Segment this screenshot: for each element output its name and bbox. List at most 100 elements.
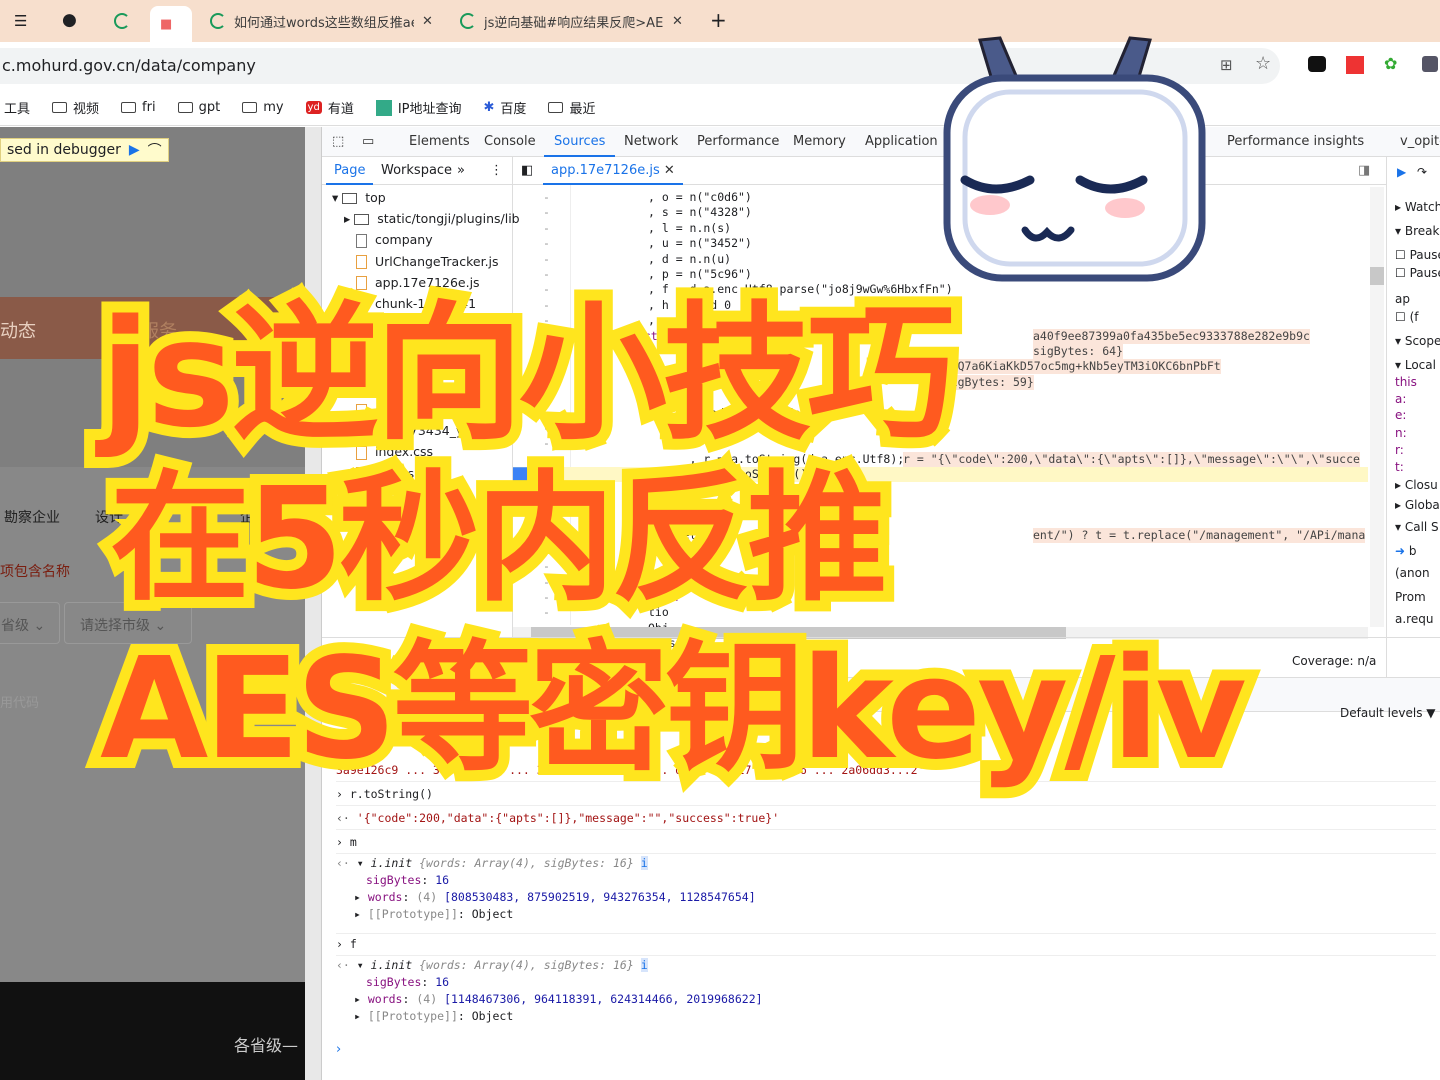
debugger-pane-item[interactable]: ☐ (f: [1395, 307, 1418, 327]
tab-memory[interactable]: Memory: [793, 127, 846, 157]
bookmarks-bar: 工具 视频 fri gpt my yd 有道 IP地址查询 ✱ 百度 最近: [0, 90, 1440, 126]
category-item[interactable]: 勘察企业: [4, 507, 60, 527]
debugger-pane-item[interactable]: ▾ Call S: [1395, 517, 1439, 537]
close-icon[interactable]: ✕: [422, 14, 433, 29]
bookmark[interactable]: my: [242, 100, 284, 115]
province-select[interactable]: 省级 ⌄: [0, 602, 60, 644]
debugger-pane-item[interactable]: t:: [1395, 457, 1404, 477]
bookmark-label: 视频: [73, 102, 100, 117]
nav-item[interactable]: 动态: [0, 317, 36, 343]
tab-aes[interactable]: js逆向基础#响应结果反爬>AES ✕: [450, 6, 695, 36]
debugger-pane-item[interactable]: ▸ Closu: [1395, 475, 1438, 495]
bookmark[interactable]: gpt: [177, 100, 221, 115]
tab-page[interactable]: Page: [326, 157, 374, 185]
tab-workspace[interactable]: Workspace: [381, 157, 452, 185]
bookmark[interactable]: yd 有道: [305, 98, 354, 117]
tab-extension[interactable]: v_opito: [1400, 127, 1440, 157]
bookmark[interactable]: 视频: [52, 98, 99, 117]
toggle-debugger-icon[interactable]: ◨: [1358, 163, 1370, 178]
step-over-icon[interactable]: ⌒: [148, 140, 162, 160]
debugger-pane-item[interactable]: ▾ Break: [1395, 221, 1439, 241]
console-prompt[interactable]: ›: [336, 1042, 341, 1057]
line-marker[interactable]: -: [543, 221, 550, 236]
property-words[interactable]: ▸ words: (4) [808530483, 875902519, 9432…: [336, 890, 1436, 907]
close-icon[interactable]: ✕: [672, 14, 683, 29]
debugger-pane-item[interactable]: ☐ Pause: [1395, 245, 1440, 265]
file-tab-label: app.17e7126e.js: [551, 163, 660, 178]
debugger-pane-item[interactable]: a.requ: [1395, 609, 1433, 629]
step-over-icon[interactable]: ↷: [1417, 165, 1427, 179]
tab-words[interactable]: 如何通过words这些数组反推ae ✕: [200, 6, 445, 36]
more-icon[interactable]: ⋮: [490, 157, 503, 185]
property-prototype[interactable]: ▸ [[Prototype]]: Object: [336, 1009, 1436, 1026]
bookmark-label: 工具: [4, 102, 31, 117]
tab-performance[interactable]: Performance: [697, 127, 779, 157]
debugger-pane-item[interactable]: (anon: [1395, 563, 1430, 583]
debugger-pane-item[interactable]: ➜ b: [1395, 541, 1417, 561]
line-marker[interactable]: -: [543, 190, 550, 205]
property-words[interactable]: ▸ words: (4) [1148467306, 964118391, 624…: [336, 992, 1436, 1009]
devtools-toolbar: ⬚ ▭ Elements Console Sources Network Per…: [322, 127, 1440, 157]
inspect-icon[interactable]: ⬚: [332, 127, 344, 157]
line-marker[interactable]: -: [543, 236, 550, 251]
debugger-pane-item[interactable]: Prom: [1395, 587, 1426, 607]
bookmark[interactable]: ✱ 百度: [484, 98, 527, 117]
line-marker[interactable]: -: [543, 252, 550, 267]
prop-value: 16: [435, 975, 450, 989]
vertical-scrollbar[interactable]: [1370, 187, 1384, 627]
bookmark-label: gpt: [198, 100, 221, 115]
tab-application[interactable]: Application: [865, 127, 938, 157]
resume-icon[interactable]: ▶: [129, 142, 140, 158]
device-icon[interactable]: ▭: [362, 127, 374, 157]
object-header[interactable]: ‹· ▾ i.init {words: Array(4), sigBytes: …: [336, 856, 1436, 873]
tree-item[interactable]: company: [322, 229, 433, 250]
log-levels-dropdown[interactable]: Default levels ▼: [1340, 706, 1436, 720]
pane-item-label: Pause: [1409, 248, 1440, 262]
bookmark[interactable]: IP地址查询: [375, 98, 462, 117]
line-marker[interactable]: -: [543, 205, 550, 220]
debugger-pane-item[interactable]: ap: [1395, 289, 1410, 309]
extension-icon[interactable]: [1308, 56, 1326, 72]
debugger-pane-item[interactable]: e:: [1395, 405, 1406, 425]
object-summary: {words: Array(4), sigBytes: 16}: [419, 856, 634, 870]
tab-performance-insights[interactable]: Performance insights: [1227, 127, 1364, 157]
tab-sources[interactable]: Sources: [544, 127, 616, 157]
tab-active[interactable]: ■: [150, 6, 192, 42]
property-prototype[interactable]: ▸ [[Prototype]]: Object: [336, 907, 1436, 924]
address-bar-row: c.mohurd.gov.cn/data/company ⊞ ☆ ✿: [0, 42, 1440, 90]
github-icon[interactable]: ●: [62, 10, 77, 30]
toggle-navigator-icon[interactable]: ◧: [521, 163, 533, 178]
translate-icon[interactable]: ⊞: [1220, 56, 1233, 74]
tree-item[interactable]: UrlChangeTracker.js: [322, 251, 499, 272]
tree-item[interactable]: ▸ static/tongji/plugins/lib: [322, 208, 520, 229]
bookmark[interactable]: 最近: [548, 98, 595, 117]
file-tab[interactable]: app.17e7126e.js ✕: [543, 157, 683, 185]
bookmark[interactable]: 工具: [4, 98, 30, 117]
bookmark[interactable]: fri: [121, 100, 156, 115]
pane-item-label: r:: [1395, 443, 1404, 457]
object-header[interactable]: ‹· ▾ i.init {words: Array(4), sigBytes: …: [336, 958, 1436, 975]
tab-console[interactable]: Console: [484, 127, 536, 157]
tab-elements[interactable]: Elements: [409, 127, 470, 157]
tree-item[interactable]: ▾ top: [322, 187, 386, 208]
tab-search-icon[interactable]: ☰: [14, 12, 27, 30]
expand-icon[interactable]: ▾: [332, 190, 342, 205]
extension-icon[interactable]: ✿: [1384, 54, 1397, 73]
tab-network[interactable]: Network: [624, 127, 678, 157]
more-tabs-button[interactable]: »: [457, 157, 465, 185]
resume-icon[interactable]: ▶: [1397, 165, 1406, 179]
code-input[interactable]: 用代码: [0, 692, 39, 711]
close-icon[interactable]: ✕: [664, 163, 675, 178]
new-tab-button[interactable]: +: [710, 8, 727, 32]
debugger-pane-item[interactable]: ▸ Globa: [1395, 495, 1440, 515]
expand-icon[interactable]: ▸: [344, 211, 354, 226]
loading-icon: [114, 13, 130, 29]
star-icon[interactable]: ☆: [1255, 53, 1271, 74]
extension-icon[interactable]: [1346, 56, 1364, 74]
console-input-line: › m: [336, 830, 1436, 854]
line-marker[interactable]: -: [543, 267, 550, 282]
debugger-pane-item[interactable]: ▾ Scope: [1395, 331, 1440, 351]
extension-icon[interactable]: [1422, 56, 1438, 72]
debugger-pane-item[interactable]: ▸ Watch: [1395, 197, 1440, 217]
debugger-pane-item[interactable]: ☐ Pause: [1395, 263, 1440, 283]
